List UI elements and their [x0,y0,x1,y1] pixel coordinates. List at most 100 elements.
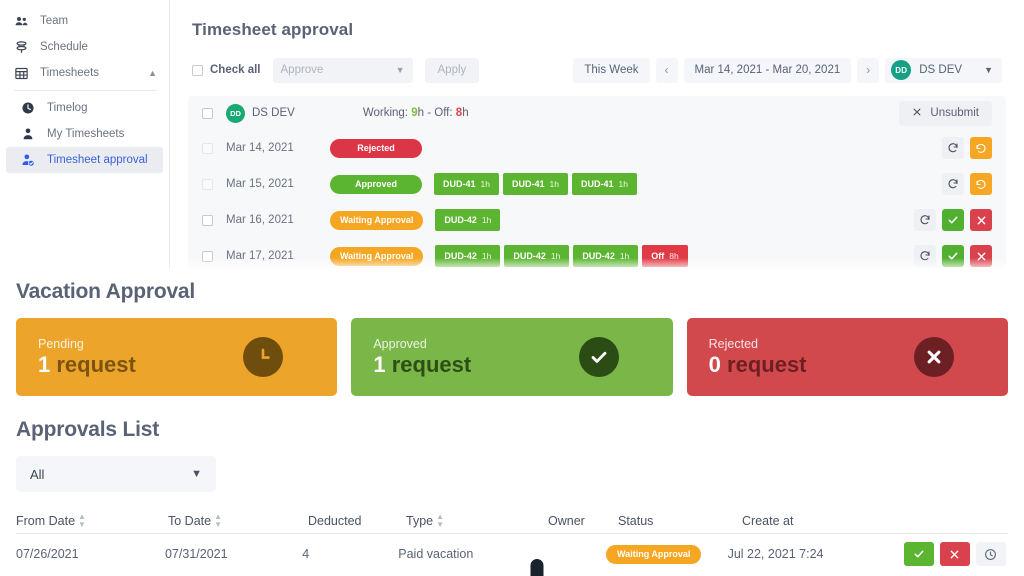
vacation-approval-panel: Vacation Approval Pending 1 request Appr… [0,268,1024,576]
task-chip[interactable]: DUD-41 1h [571,173,637,195]
sidebar-item-timesheets[interactable]: Timesheets ▲ [0,60,169,86]
sidebar-item-timesheet-approval[interactable]: Timesheet approval [6,147,163,173]
user-filter-dropdown[interactable]: DD DS DEV ▼ [885,57,1002,83]
rejected-card-value: 0 request [709,352,1008,378]
sidebar-item-label: Schedule [40,41,88,53]
sidebar-item-label: Timelog [47,102,88,114]
rejected-count: 0 [708,351,721,377]
task-chip[interactable]: DUD-41 1h [502,173,568,195]
bulk-action-select[interactable]: Approve ▼ [272,57,413,83]
column-header-type[interactable]: Type ▲ ▼ [406,512,548,529]
task-chip[interactable]: DUD-42 1h [435,209,501,231]
user-filter-label: DS DEV [919,64,963,76]
approvals-table: From Date ▲ ▼ To Date ▲ ▼ Deducted Type ▲ ▼… [16,508,1008,574]
chevron-up-icon[interactable]: ▲ [148,68,157,78]
next-week-button[interactable]: › [857,57,880,83]
sidebar-divider [14,90,157,91]
check-all-label: Check all [210,64,261,76]
cell-to-date: 07/31/2021 [164,547,228,561]
undo-icon[interactable] [970,173,992,195]
timesheet-row: Mar 14, 2021 Rejected [188,130,1006,166]
timesheet-approval-panel: Team Schedule Timesheets ▲ Timelog My Ti… [0,0,1024,268]
cell-create-at: Jul 22, 2021 7:24 [727,547,824,561]
timesheet-group-header: DD DS DEV Working: 9h - Off: 8h Unsubmit [188,96,1006,130]
task-hours: 1h [618,179,628,189]
refresh-icon[interactable] [942,173,964,195]
column-header-to-date[interactable]: To Date ▲ ▼ [168,511,308,529]
group-checkbox[interactable] [202,107,213,119]
row-checkbox[interactable] [202,178,213,190]
approvals-filter-select[interactable]: All ▼ [16,456,216,492]
prev-week-button[interactable]: ‹ [655,57,678,83]
clock-icon [243,337,284,377]
apply-button[interactable]: Apply [424,57,480,83]
task-chip[interactable]: DUD-41 1h [434,173,499,195]
off-label: Off: [434,107,453,119]
pending-card-value: 1 request [38,352,337,378]
sidebar-item-label: Team [40,15,69,27]
unsubmit-button[interactable]: Unsubmit [899,100,992,126]
chevron-down-icon: ▼ [984,65,993,75]
date-range-display[interactable]: Mar 14, 2021 - Mar 20, 2021 [683,57,852,83]
bulk-action-value: Approve [280,64,324,76]
off-unit: h [462,107,469,119]
table-row[interactable]: 07/26/2021 07/31/2021 4 Paid vacation Wa… [16,534,1008,574]
column-header-from-date[interactable]: From Date ▲ ▼ [16,511,168,529]
status-badge: Approved [330,174,422,194]
row-checkbox[interactable] [202,142,213,154]
pending-unit: request [56,351,136,377]
reject-icon[interactable] [970,209,992,231]
undo-icon[interactable] [970,137,992,159]
sort-icon: ▲ ▼ [78,511,86,529]
column-label: Deducted [308,513,362,528]
task-hours: 1h [481,215,492,225]
chevron-down-icon: ▼ [191,468,202,480]
row-actions [942,173,992,195]
row-date: Mar 14, 2021 [226,142,294,154]
column-header-owner[interactable]: Owner [548,514,618,528]
rejected-card[interactable]: Rejected 0 request [686,318,1008,396]
task-hours: 1h [480,179,490,189]
grid-icon [14,66,29,81]
timesheet-content: Timesheet approval Check all Approve ▼ A… [170,0,1024,268]
column-label: Status [618,513,654,528]
column-header-deducted[interactable]: Deducted [308,514,406,528]
chevron-left-icon: ‹ [664,63,669,77]
column-header-status[interactable]: Status [618,514,742,528]
approvals-filter-value: All [30,466,45,482]
approved-count: 1 [373,351,386,377]
sidebar-item-schedule[interactable]: Schedule [0,34,169,60]
refresh-icon[interactable] [942,137,964,159]
rejected-unit: request [727,351,807,377]
timesheet-row: Mar 15, 2021 Approved DUD-41 1h DUD-41 1… [188,166,1006,202]
status-badge: Rejected [330,138,422,158]
sidebar-item-my-timesheets[interactable]: My Timesheets [0,121,169,147]
rejected-card-label: Rejected [708,336,758,351]
task-code: DUD-41 [580,179,614,189]
column-label: To Date [168,513,212,528]
task-code: DUD-42 [444,215,477,225]
sidebar-item-team[interactable]: Team [0,8,169,34]
this-week-button[interactable]: This Week [573,57,650,83]
row-date: Mar 15, 2021 [226,178,294,190]
cell-type: Paid vacation [398,547,474,561]
column-header-create-at[interactable]: Create at [742,514,922,528]
check-all-checkbox[interactable] [192,64,203,76]
timesheet-toolbar: Check all Approve ▼ Apply This Week ‹ Ma… [188,48,1006,92]
approvals-list-title: Approvals List [16,418,160,441]
vacation-approval-title: Vacation Approval [16,280,196,303]
approved-card-label: Approved [373,336,427,351]
row-checkbox[interactable] [202,214,213,226]
sort-icon: ▲ ▼ [214,511,223,529]
sidebar-item-timelog[interactable]: Timelog [0,95,169,121]
status-badge: Waiting Approval [330,210,424,230]
pending-card[interactable]: Pending 1 request [16,318,338,396]
history-icon[interactable] [975,542,1006,566]
this-week-label: This Week [584,64,639,76]
refresh-icon[interactable] [914,209,936,231]
approve-icon[interactable] [942,209,964,231]
approved-card[interactable]: Approved 1 request [351,318,673,396]
reject-icon[interactable] [939,542,970,566]
approved-unit: request [391,351,472,377]
approve-icon[interactable] [903,542,934,566]
